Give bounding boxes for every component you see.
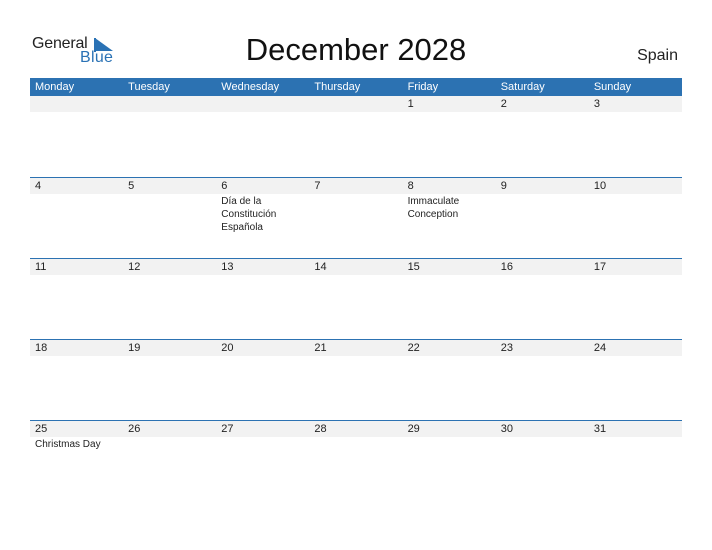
- calendar-day-cell: 6 Día de la Constitución Española: [216, 178, 310, 258]
- calendar-week-row: 18 19 20 21 22 23 24: [30, 339, 682, 420]
- day-number: 10: [588, 178, 682, 194]
- calendar-day-cell: 13: [216, 259, 310, 339]
- calendar-day-cell: [309, 96, 403, 177]
- holiday-label: Día de la Constitución Española: [221, 196, 277, 233]
- day-number: 14: [309, 259, 403, 275]
- day-number: 22: [402, 340, 496, 356]
- day-number: 7: [309, 178, 403, 194]
- calendar-day-cell: 28: [309, 421, 403, 501]
- day-number: [309, 96, 403, 112]
- calendar-week-row: 25 Christmas Day 26 27 28 29 30 31: [30, 420, 682, 501]
- calendar-day-cell: 30: [495, 421, 589, 501]
- day-number: 3: [588, 96, 682, 112]
- weekday-header-wednesday: Wednesday: [221, 81, 280, 93]
- day-number: 21: [309, 340, 403, 356]
- calendar-day-cell: 22: [402, 340, 496, 420]
- calendar-week-cells: 123: [30, 96, 682, 177]
- day-number: 16: [495, 259, 589, 275]
- calendar-day-cell: 23: [495, 340, 589, 420]
- day-number: 18: [30, 340, 124, 356]
- weekday-header-sunday: Sunday: [593, 81, 632, 93]
- calendar-week-row: 11 12 13 14 15 16 17: [30, 258, 682, 339]
- day-number: 23: [495, 340, 589, 356]
- calendar-day-cell: 14: [309, 259, 403, 339]
- weekday-header-friday: Friday: [407, 81, 439, 93]
- calendar-week-cells: 4 5 6 Día de la Constitución Española 7 8 Imma…: [30, 178, 682, 258]
- day-number: 28: [309, 421, 403, 437]
- calendar-day-cell: [30, 96, 124, 177]
- calendar-day-cell: 29: [402, 421, 496, 501]
- calendar-day-cell: 7: [309, 178, 403, 258]
- day-number: 12: [123, 259, 217, 275]
- calendar-day-cell: 12: [123, 259, 217, 339]
- day-number: 25: [30, 421, 124, 437]
- calendar-day-cell: 17: [588, 259, 682, 339]
- day-number: 6: [216, 178, 310, 194]
- day-number: 4: [30, 178, 124, 194]
- day-number: [216, 96, 310, 112]
- calendar-day-cell: 19: [123, 340, 217, 420]
- day-number: 27: [216, 421, 310, 437]
- day-number: [123, 96, 217, 112]
- day-number: 5: [123, 178, 217, 194]
- calendar-title: December 2028: [245, 32, 467, 67]
- weekday-header-row: Monday Tuesday Wednesday Thursday Friday…: [30, 78, 682, 96]
- calendar-day-cell: 4: [30, 178, 124, 258]
- day-number: 1: [402, 96, 496, 112]
- day-number: 19: [123, 340, 217, 356]
- holiday-label: Immaculate Conception: [407, 196, 460, 220]
- calendar-day-cell: 15: [402, 259, 496, 339]
- weekday-header-saturday: Saturday: [500, 81, 545, 93]
- day-number: 24: [588, 340, 682, 356]
- day-number: 31: [588, 421, 682, 437]
- day-number: 29: [402, 421, 496, 437]
- calendar-day-cell: 3: [588, 96, 682, 177]
- calendar-week-cells: 25 Christmas Day 26 27 28 29 30 31: [30, 421, 682, 501]
- calendar-grid: Monday Tuesday Wednesday Thursday Friday…: [30, 78, 682, 501]
- calendar-weeks: 1 2 3 4 5 6 Día de la Constitución Española 7 8 I…: [30, 96, 682, 501]
- calendar-day-cell: 2: [495, 96, 589, 177]
- country-label: Spain: [637, 47, 678, 64]
- calendar-day-cell: 9: [495, 178, 589, 258]
- calendar-day-cell: 31: [588, 421, 682, 501]
- calendar-day-cell: 26: [123, 421, 217, 501]
- weekday-header-monday: Monday: [35, 81, 75, 93]
- calendar-day-cell: 20: [216, 340, 310, 420]
- day-number: 13: [216, 259, 310, 275]
- day-number: [30, 96, 124, 112]
- calendar-day-cell: 27: [216, 421, 310, 501]
- calendar-day-cell: 24: [588, 340, 682, 420]
- calendar-week-cells: 11 12 13 14 15 16 17: [30, 259, 682, 339]
- calendar-day-cell: [123, 96, 217, 177]
- day-number: 30: [495, 421, 589, 437]
- calendar-day-cell: 1: [402, 96, 496, 177]
- day-number: 11: [30, 259, 124, 275]
- day-number: 26: [123, 421, 217, 437]
- day-number: 20: [216, 340, 310, 356]
- calendar-day-cell: 11: [30, 259, 124, 339]
- weekday-header-thursday: Thursday: [314, 81, 361, 93]
- calendar-day-cell: 25 Christmas Day: [30, 421, 124, 501]
- calendar-day-cell: 16: [495, 259, 589, 339]
- calendar-week-row: 4 5 6 Día de la Constitución Española 7 8 Imma…: [30, 177, 682, 258]
- calendar-day-cell: 8 Immaculate Conception: [402, 178, 496, 258]
- calendar-week-cells: 18 19 20 21 22 23 24: [30, 340, 682, 420]
- weekday-header-tuesday: Tuesday: [128, 81, 170, 93]
- calendar-day-cell: [216, 96, 310, 177]
- calendar-week-row: 123: [30, 96, 682, 177]
- day-number: 9: [495, 178, 589, 194]
- day-number: 15: [402, 259, 496, 275]
- day-number: 17: [588, 259, 682, 275]
- day-number: 2: [495, 96, 589, 112]
- holiday-label: Christmas Day: [35, 439, 101, 450]
- day-number: 8: [402, 178, 496, 194]
- calendar-day-cell: 5: [123, 178, 217, 258]
- calendar-day-cell: 21: [309, 340, 403, 420]
- calendar-day-cell: 10: [588, 178, 682, 258]
- calendar-day-cell: 18: [30, 340, 124, 420]
